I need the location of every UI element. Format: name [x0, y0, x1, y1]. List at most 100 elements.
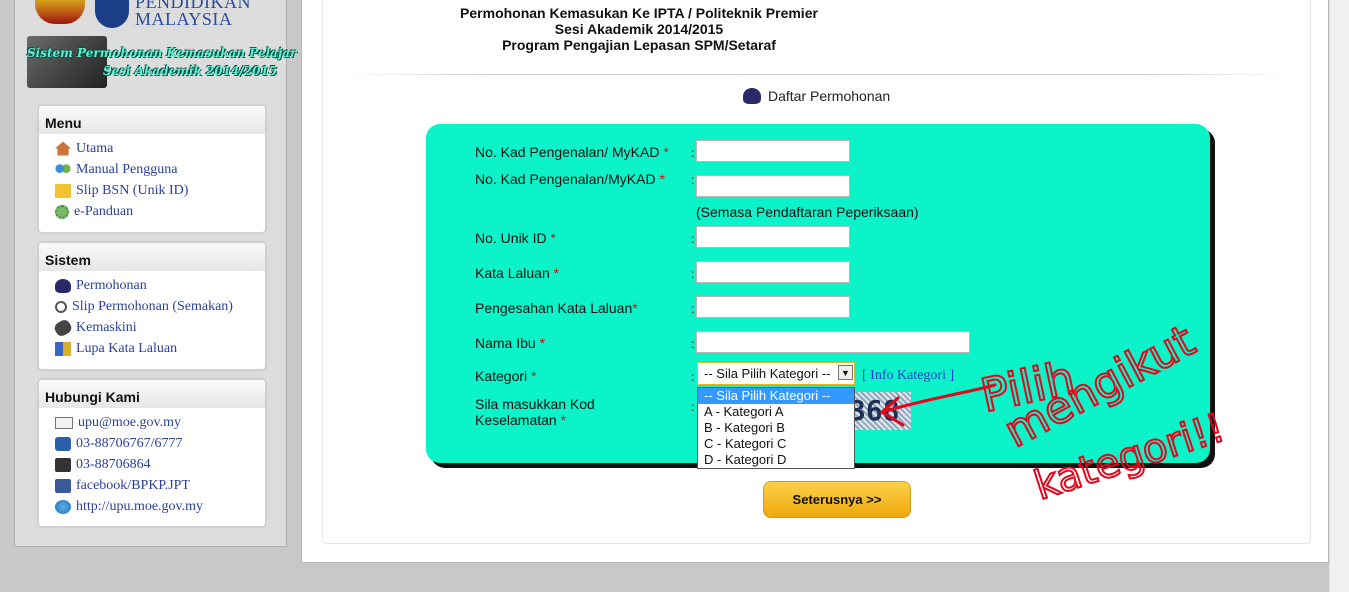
required-mark: * [632, 300, 638, 316]
label-text-line-2: Keselamatan * [475, 412, 595, 428]
label-text: Sila masukkan Kod [475, 396, 595, 412]
content-card: Permohonan Kemasukan Ke IPTA / Politekni… [322, 0, 1311, 544]
required-mark: * [659, 171, 665, 187]
kategori-option-c[interactable]: C - Kategori C [698, 436, 854, 452]
banner-line-1: Sistem Permohonan Kemasukan Pelajar [27, 46, 297, 60]
kategori-option-b[interactable]: B - Kategori B [698, 420, 854, 436]
kategori-selected-value: -- Sila Pilih Kategori -- [704, 366, 831, 381]
menu-item-e-panduan[interactable]: e-Panduan [55, 201, 265, 222]
header-logo-area: PENDIDIKAN MALAYSIA Sistem Permohonan Ke… [25, 0, 296, 92]
label-text: No. Kad Pengenalan/MyKAD [475, 171, 656, 187]
hubungi-box: Hubungi Kami upu@moe.gov.my 03-88706767/… [38, 379, 266, 527]
menu-item-label: Utama [76, 141, 114, 156]
kategori-option-placeholder[interactable]: -- Sila Pilih Kategori -- [698, 388, 854, 404]
kategori-option-a[interactable]: A - Kategori A [698, 404, 854, 420]
ic-no-input[interactable] [696, 140, 850, 162]
contact-facebook[interactable]: facebook/BPKP.JPT [55, 475, 265, 496]
monitor-icon [743, 88, 761, 104]
password-confirm-input[interactable] [696, 296, 850, 318]
label-text: Kategori [475, 368, 528, 384]
globe-icon [55, 499, 71, 514]
hubungi-title: Hubungi Kami [39, 380, 265, 408]
banner-computer-icon [27, 36, 107, 88]
kategori-option-d[interactable]: D - Kategori D [698, 452, 854, 468]
sistem-item-label: Slip Permohonan (Semakan) [72, 299, 233, 314]
gear-icon [55, 204, 69, 219]
required-mark: * [539, 335, 546, 351]
chevron-down-icon[interactable]: ▼ [838, 365, 853, 380]
menu-item-label: Slip BSN (Unik ID) [76, 183, 189, 198]
kategori-select[interactable]: -- Sila Pilih Kategori -- ▼ [697, 362, 855, 385]
menu-item-slip-bsn[interactable]: Slip BSN (Unik ID) [55, 180, 265, 201]
divider [343, 74, 1290, 75]
mail-icon [55, 416, 73, 429]
contact-label: upu@moe.gov.my [78, 415, 181, 430]
fax-icon [55, 457, 71, 472]
logo-text-2: MALAYSIA [135, 9, 233, 29]
colon: : [691, 146, 695, 160]
vertical-scrollbar[interactable] [1329, 0, 1349, 592]
label-text: No. Unik ID [475, 230, 547, 246]
ministry-logo-text: PENDIDIKAN MALAYSIA [135, 0, 251, 28]
page-subtitle-session: Sesi Akademik 2014/2015 [554, 21, 724, 37]
section-heading: Daftar Permohonan [743, 88, 890, 104]
menu-item-label: Manual Pengguna [76, 162, 178, 177]
unik-id-input[interactable] [696, 226, 850, 248]
colon: : [691, 267, 695, 281]
sistem-item-slip-permohonan[interactable]: Slip Permohonan (Semakan) [55, 296, 265, 317]
key-icon [55, 341, 71, 356]
registration-form: No. Kad Pengenalan/ MyKAD * : No. Kad Pe… [426, 124, 1210, 469]
menu-item-manual[interactable]: Manual Pengguna [55, 159, 265, 180]
password-label: Kata Laluan * [475, 265, 559, 281]
kategori-dropdown-list[interactable]: -- Sila Pilih Kategori -- A - Kategori A… [697, 387, 855, 469]
required-mark: * [560, 412, 567, 428]
sistem-item-label: Lupa Kata Laluan [76, 341, 178, 356]
main-content: Permohonan Kemasukan Ke IPTA / Politekni… [301, 0, 1329, 563]
ic-no-exam-input[interactable] [696, 175, 850, 197]
contact-label: 03-88706767/6777 [76, 436, 183, 451]
mother-name-label: Nama Ibu * [475, 335, 545, 351]
colon: : [691, 370, 695, 384]
users-icon [55, 162, 71, 177]
sistem-item-lupa-kata-laluan[interactable]: Lupa Kata Laluan [55, 338, 265, 359]
menu-item-utama[interactable]: Utama [55, 138, 265, 159]
required-mark: * [663, 144, 669, 160]
contact-email[interactable]: upu@moe.gov.my [55, 412, 265, 433]
sistem-box: Sistem Permohonan Slip Permohonan (Semak… [38, 242, 266, 370]
colon: : [691, 337, 695, 351]
facebook-icon [55, 478, 71, 493]
sistem-item-permohonan[interactable]: Permohonan [55, 275, 265, 296]
sistem-item-kemaskini[interactable]: Kemaskini [52, 317, 265, 338]
required-mark: * [550, 230, 556, 246]
contact-label: http://upu.moe.gov.my [76, 499, 204, 514]
mother-name-input[interactable] [696, 331, 970, 353]
contact-fax: 03-88706864 [55, 454, 265, 475]
contact-website[interactable]: http://upu.moe.gov.my [55, 496, 265, 517]
menu-title: Menu [39, 106, 265, 134]
ic-no-exam-label: No. Kad Pengenalan/MyKAD * [475, 171, 665, 187]
colon: : [691, 173, 695, 187]
ic-no-label: No. Kad Pengenalan/ MyKAD * [475, 144, 669, 160]
label-text: Kata Laluan [475, 265, 550, 281]
colon: : [691, 302, 695, 316]
monitor-icon [55, 278, 71, 293]
contact-label: 03-88706864 [76, 457, 151, 472]
info-kategori-link[interactable]: [ Info Kategori ] [862, 368, 954, 384]
section-heading-label: Daftar Permohonan [768, 88, 891, 104]
crest-icon [35, 0, 85, 24]
ministry-emblem-icon [95, 0, 129, 28]
password-input[interactable] [696, 261, 850, 283]
contact-phone: 03-88706767/6777 [55, 433, 265, 454]
sidebar: PENDIDIKAN MALAYSIA Sistem Permohonan Ke… [14, 0, 296, 547]
captcha-image: 368 [847, 392, 911, 430]
security-code-label: Sila masukkan Kod Keselamatan * [475, 396, 595, 428]
sistem-item-label: Permohonan [76, 278, 147, 293]
seterusnya-button[interactable]: Seterusnya >> [763, 481, 911, 518]
tools-icon [52, 317, 74, 338]
ic-no-exam-note: (Semasa Pendaftaran Peperiksaan) [696, 204, 919, 220]
page-subtitle-program: Program Pengajian Lepasan SPM/Setaraf [502, 37, 776, 53]
phone-icon [55, 436, 71, 451]
folder-icon [55, 183, 71, 198]
label-text: Pengesahan Kata Laluan [475, 300, 633, 316]
contact-label: facebook/BPKP.JPT [76, 478, 190, 493]
